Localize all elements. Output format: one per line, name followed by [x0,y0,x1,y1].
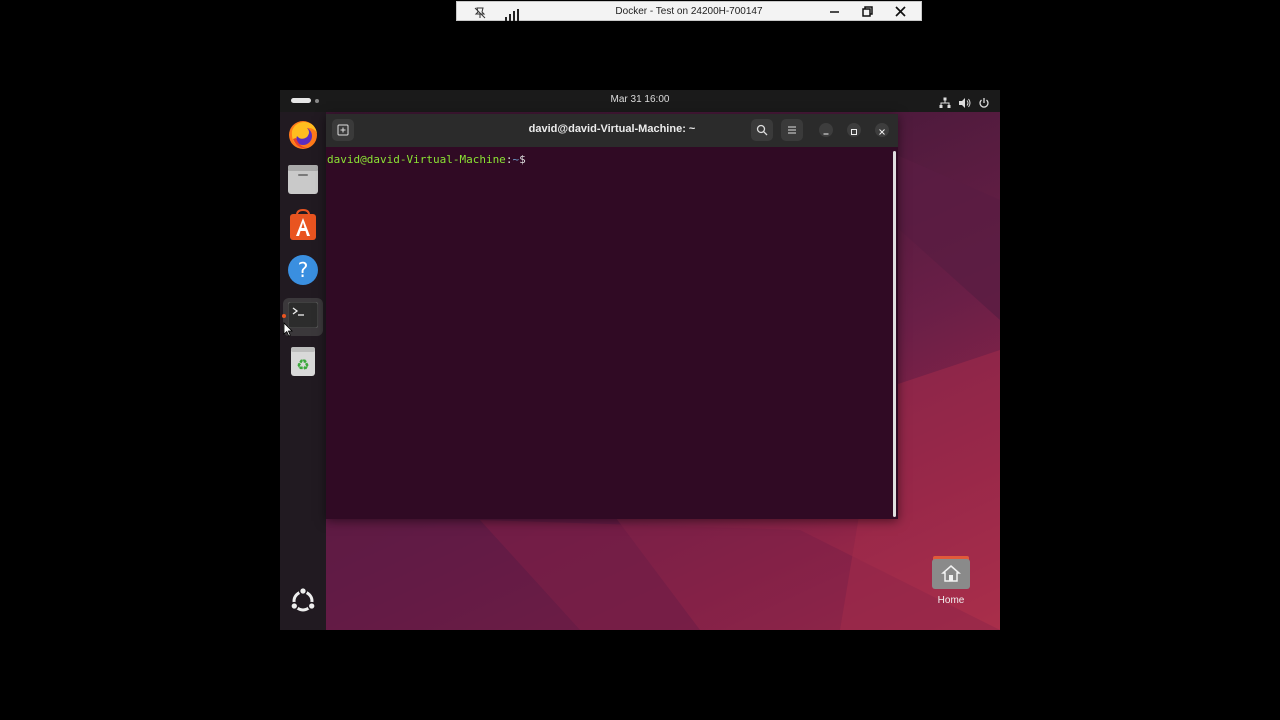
mouse-cursor-icon [283,322,293,341]
terminal-minimize-button[interactable] [819,123,833,137]
app-center-icon [288,208,318,245]
volume-icon[interactable] [958,94,971,113]
search-button[interactable] [751,119,773,141]
dock-item-trash[interactable]: ♻ [286,346,320,380]
remote-viewer-bar: Docker - Test on 24200H-700147 [456,1,922,21]
menu-button[interactable] [781,119,803,141]
terminal-scrollbar[interactable] [893,151,896,517]
running-indicator [282,314,286,318]
dock-item-help[interactable]: ? [286,255,320,289]
terminal-close-button[interactable] [875,123,889,137]
remote-viewer-title: Docker - Test on 24200H-700147 [615,5,763,17]
ubuntu-logo-icon [289,586,317,619]
terminal-body[interactable]: david@david-Virtual-Machine:~$ [326,147,898,519]
help-icon: ? [287,254,319,290]
dock-item-app-center[interactable] [286,208,320,245]
shell-prompt: david@david-Virtual-Machine:~$ [327,153,526,166]
close-icon[interactable] [893,4,909,18]
terminal-title: david@david-Virtual-Machine: ~ [528,123,696,135]
hamburger-icon [786,121,798,140]
minimize-icon [822,121,830,140]
prompt-user-host: david@david-Virtual-Machine [327,153,506,166]
trash-icon: ♻ [289,345,317,381]
clock[interactable]: Mar 31 16:00 [280,94,1000,105]
files-icon [287,165,319,199]
home-folder-icon[interactable] [931,556,971,590]
dock-item-firefox[interactable] [286,120,320,154]
vm-screen: Mar 31 16:00 ? ♻ david@david-Virtual-Mac… [280,90,1000,630]
dock: ? ♻ [280,112,326,630]
maximize-icon [850,121,858,140]
system-tray[interactable] [939,94,990,113]
network-icon[interactable] [939,94,951,113]
terminal-maximize-button[interactable] [847,123,861,137]
firefox-icon [287,119,319,155]
minimize-icon[interactable] [827,4,843,18]
close-icon [878,121,886,140]
top-bar: Mar 31 16:00 [280,90,1000,112]
dock-item-files[interactable] [286,165,320,199]
terminal-header-bar[interactable]: david@david-Virtual-Machine: ~ [326,114,898,147]
prompt-symbol: $ [519,153,526,166]
terminal-window[interactable]: david@david-Virtual-Machine: ~ david@dav… [326,114,898,519]
power-icon[interactable] [978,94,990,113]
svg-text:?: ? [298,258,309,282]
home-folder-label[interactable]: Home [920,595,982,606]
search-icon [756,121,768,140]
restore-icon[interactable] [859,4,875,18]
svg-text:♻: ♻ [296,356,309,374]
show-apps-button[interactable] [286,586,320,620]
